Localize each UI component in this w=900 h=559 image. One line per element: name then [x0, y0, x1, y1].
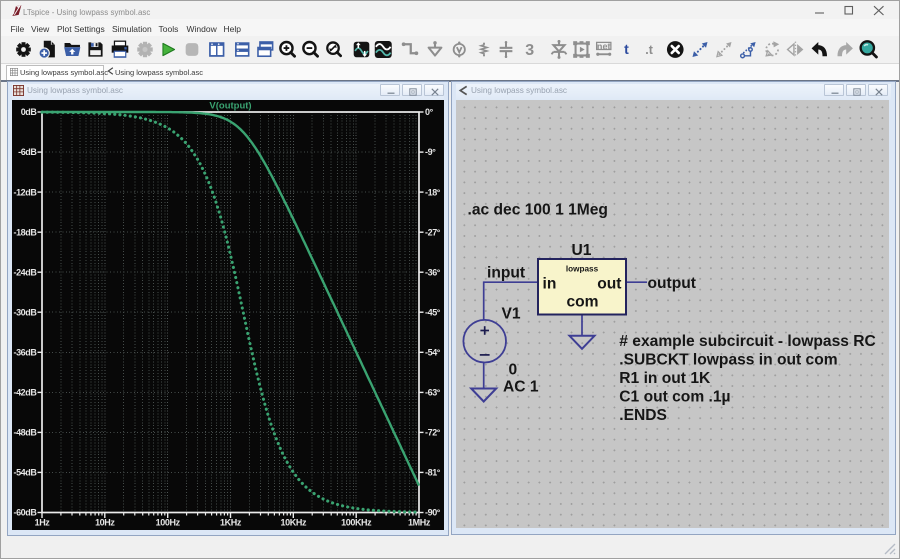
svg-text:R1 in out 1K: R1 in out 1K [619, 370, 711, 387]
svg-text:AC 1: AC 1 [503, 379, 539, 396]
svg-text:-72°: -72° [425, 428, 441, 438]
svg-text:C1 out com .1µ: C1 out com .1µ [619, 389, 730, 406]
svg-text:0°: 0° [425, 107, 434, 117]
svg-text:3: 3 [525, 42, 534, 59]
svg-text:-36dB: -36dB [13, 348, 37, 358]
svg-text:.SUBCKT lowpass in out com: .SUBCKT lowpass in out com [619, 352, 837, 369]
svg-text:input: input [487, 265, 525, 282]
svg-text:-54°: -54° [425, 348, 441, 358]
svg-text:U1: U1 [572, 242, 592, 259]
svg-text:com: com [566, 294, 598, 311]
svg-text:output: output [648, 275, 697, 292]
svg-text:V(output): V(output) [209, 101, 251, 112]
svg-text:lowpass: lowpass [566, 264, 599, 273]
svg-text:-60dB: -60dB [13, 508, 37, 518]
svg-text:-18dB: -18dB [13, 227, 37, 237]
svg-text:.t: .t [645, 43, 653, 57]
svg-text:out: out [597, 276, 621, 293]
svg-text:-27°: -27° [425, 227, 441, 237]
svg-text:-9°: -9° [425, 147, 436, 157]
svg-text:-6dB: -6dB [18, 147, 37, 157]
svg-text:100KHz: 100KHz [341, 518, 372, 528]
svg-text:-12dB: -12dB [13, 187, 37, 197]
svg-text:-54dB: -54dB [13, 468, 37, 478]
svg-text:1MHz: 1MHz [408, 518, 431, 528]
svg-text:100Hz: 100Hz [156, 518, 181, 528]
svg-text:in: in [543, 276, 557, 293]
svg-text:-48dB: -48dB [13, 428, 37, 438]
svg-text:.ENDS: .ENDS [619, 407, 667, 424]
svg-text:-42dB: -42dB [13, 388, 37, 398]
svg-text:-24dB: -24dB [13, 267, 37, 277]
svg-text:10KHz: 10KHz [281, 518, 307, 528]
svg-text:-81°: -81° [425, 468, 441, 478]
svg-text:t: t [624, 41, 629, 57]
svg-text:# example subcircuit - lowpass: # example subcircuit - lowpass RC [619, 333, 876, 350]
svg-text:0: 0 [509, 362, 518, 379]
svg-text:10Hz: 10Hz [95, 518, 115, 528]
svg-text:-90°: -90° [425, 508, 441, 518]
svg-text:1Hz: 1Hz [35, 518, 51, 528]
svg-text:1KHz: 1KHz [220, 518, 242, 528]
svg-text:.ac dec 100 1 1Meg: .ac dec 100 1 1Meg [468, 202, 608, 219]
svg-text:-36°: -36° [425, 267, 441, 277]
svg-text:0dB: 0dB [21, 107, 38, 117]
svg-text:-45°: -45° [425, 307, 441, 317]
svg-text:V1: V1 [502, 306, 521, 323]
svg-text:-30dB: -30dB [13, 307, 37, 317]
svg-text:-63°: -63° [425, 388, 441, 398]
svg-text:-18°: -18° [425, 187, 441, 197]
